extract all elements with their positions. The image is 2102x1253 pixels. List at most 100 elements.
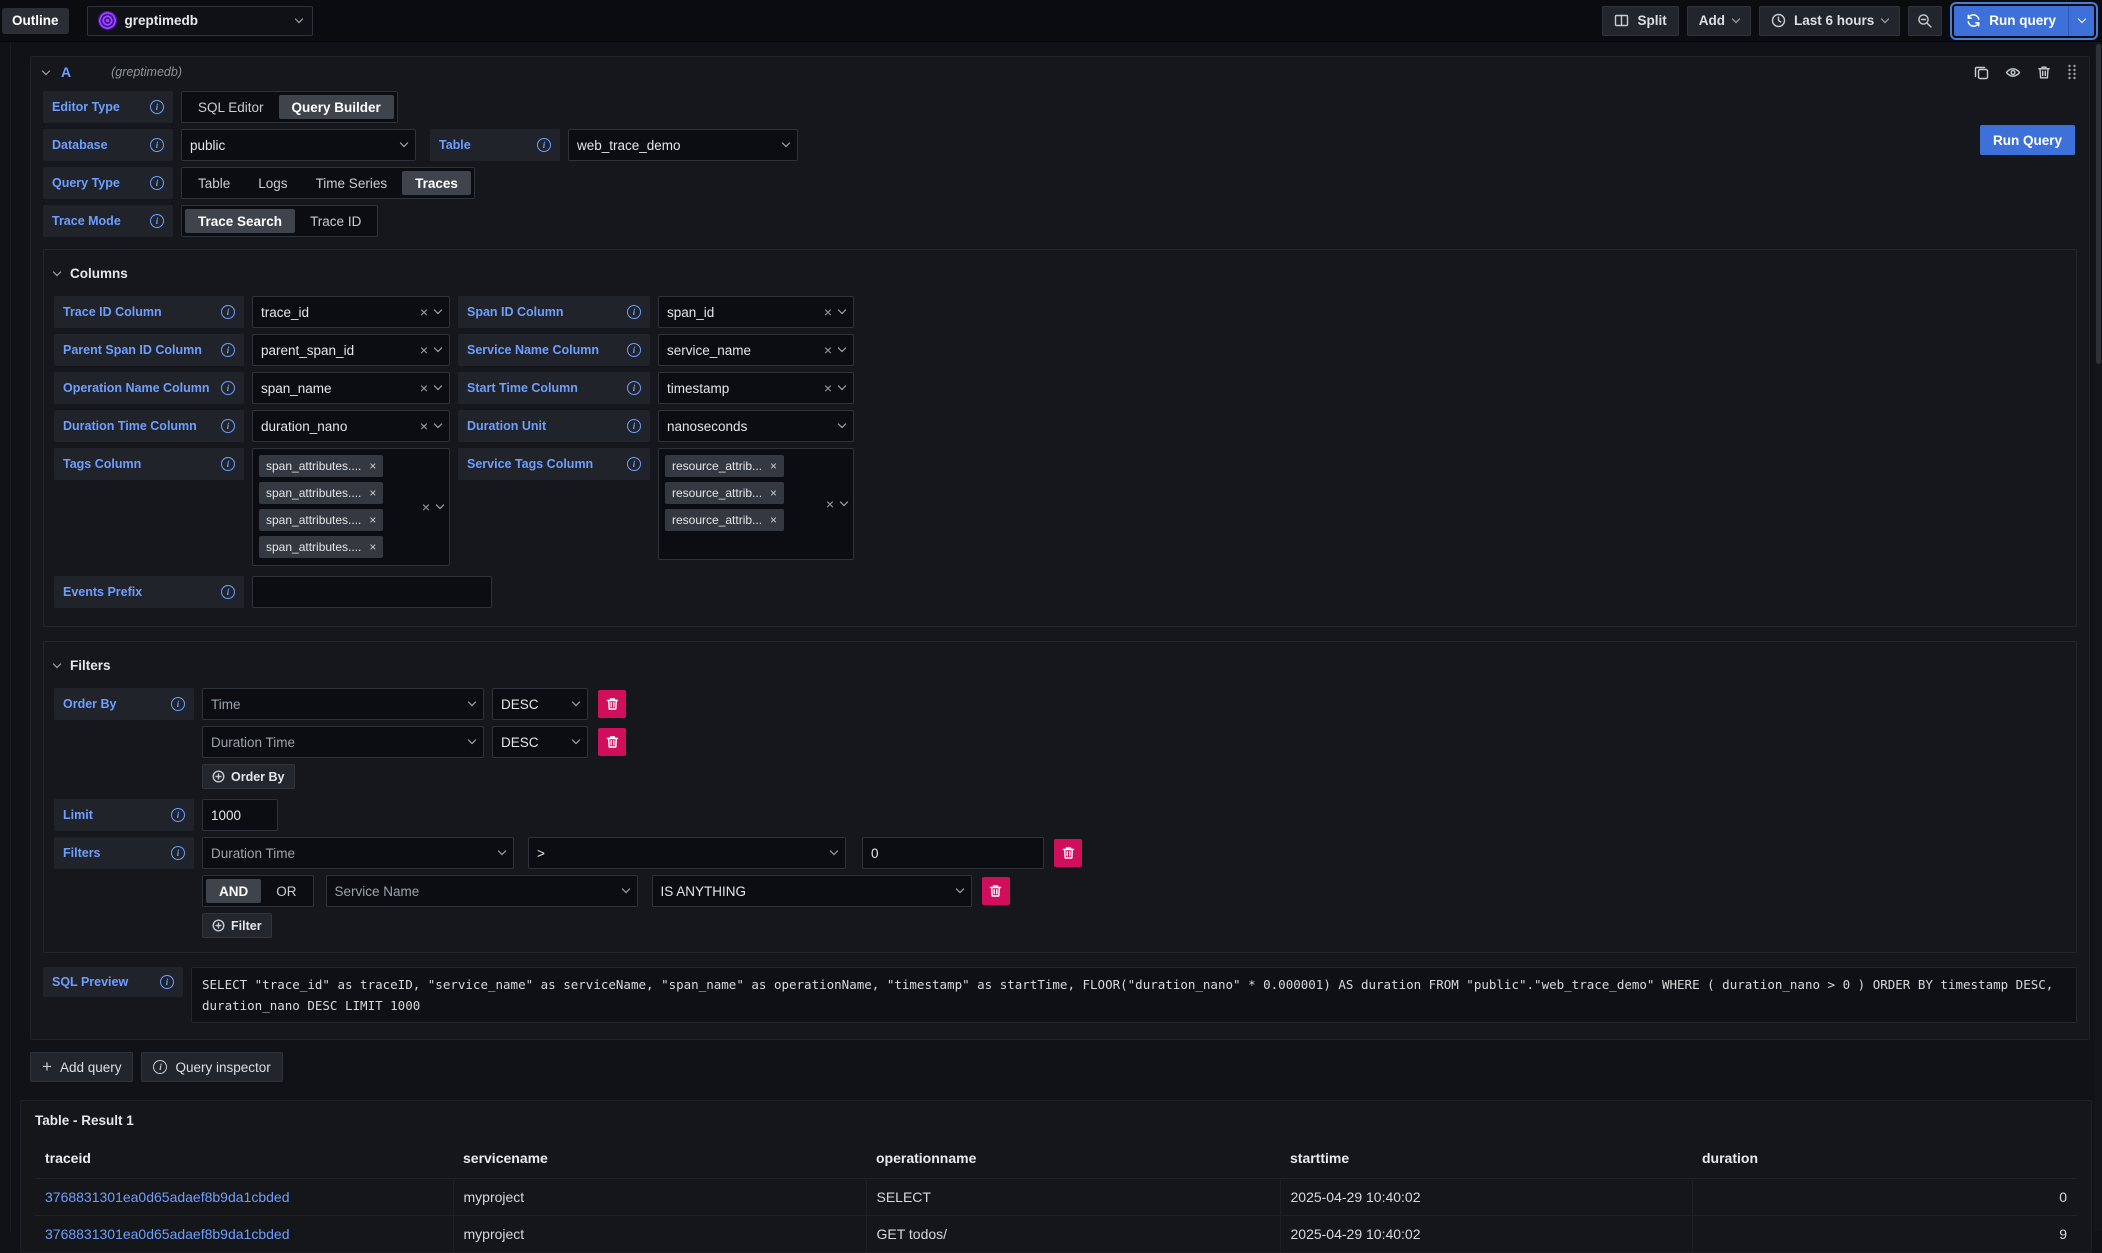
info-icon[interactable]: i <box>150 176 164 190</box>
clear-icon[interactable]: × <box>824 342 832 358</box>
vertical-scrollbar[interactable] <box>2095 42 2102 1231</box>
info-icon[interactable]: i <box>150 100 164 114</box>
add-order-by-button[interactable]: Order By <box>202 764 295 789</box>
query-type-option-traces[interactable]: Traces <box>402 171 471 195</box>
clear-icon[interactable]: × <box>420 304 428 320</box>
operation-name-column-select[interactable]: span_name × <box>252 372 450 404</box>
toggle-visibility-eye-icon[interactable] <box>2005 65 2021 80</box>
filters-section-header[interactable]: Filters <box>54 650 2066 680</box>
add-dropdown-button[interactable]: Add <box>1687 6 1751 36</box>
service-tag-chip[interactable]: resource_attrib...× <box>665 509 784 531</box>
info-icon[interactable]: i <box>171 808 185 822</box>
remove-order-by-button[interactable] <box>598 690 626 718</box>
duplicate-query-icon[interactable] <box>1974 65 1989 80</box>
info-icon[interactable]: i <box>160 975 174 989</box>
outline-button[interactable]: Outline <box>2 8 69 34</box>
trace-mode-option-trace-search[interactable]: Trace Search <box>185 209 295 233</box>
query-type-option-table[interactable]: Table <box>185 171 243 195</box>
trace-id-link[interactable]: 3768831301ea0d65adaef8b9da1cbded <box>45 1226 289 1242</box>
zoom-out-button[interactable] <box>1908 6 1942 36</box>
info-icon[interactable]: i <box>627 457 641 471</box>
events-prefix-input[interactable] <box>252 576 492 608</box>
info-icon[interactable]: i <box>150 138 164 152</box>
remove-chip-icon[interactable]: × <box>770 486 777 500</box>
start-time-column-select[interactable]: timestamp × <box>658 372 854 404</box>
info-icon[interactable]: i <box>627 419 641 433</box>
filter-value-input[interactable]: 0 <box>862 837 1044 869</box>
info-icon[interactable]: i <box>221 419 235 433</box>
order-by-field-select[interactable]: Duration Time <box>202 726 484 758</box>
query-inspector-button[interactable]: i Query inspector <box>141 1052 282 1082</box>
column-header-traceid[interactable]: traceid <box>35 1138 453 1179</box>
remove-chip-icon[interactable]: × <box>369 513 376 527</box>
info-icon[interactable]: i <box>221 381 235 395</box>
info-icon[interactable]: i <box>171 697 185 711</box>
info-icon[interactable]: i <box>221 585 235 599</box>
service-tags-column-multiselect[interactable]: resource_attrib...× resource_attrib...× … <box>658 448 854 560</box>
logic-option-and[interactable]: AND <box>206 879 261 903</box>
remove-chip-icon[interactable]: × <box>369 459 376 473</box>
database-select[interactable]: public <box>181 129 416 161</box>
add-filter-button[interactable]: Filter <box>202 913 272 938</box>
remove-chip-icon[interactable]: × <box>369 540 376 554</box>
trace-id-link[interactable]: 3768831301ea0d65adaef8b9da1cbded <box>45 1189 289 1205</box>
filter-operator-select[interactable]: > <box>528 837 846 869</box>
duration-unit-select[interactable]: nanoseconds <box>658 410 854 442</box>
limit-input[interactable]: 1000 <box>202 799 278 831</box>
info-icon[interactable]: i <box>537 138 551 152</box>
column-header-starttime[interactable]: starttime <box>1280 1138 1692 1179</box>
tag-chip[interactable]: span_attributes....× <box>259 536 383 558</box>
service-tag-chip[interactable]: resource_attrib...× <box>665 455 784 477</box>
remove-chip-icon[interactable]: × <box>369 486 376 500</box>
clear-icon[interactable]: × <box>824 380 832 396</box>
clear-icon[interactable]: × <box>824 304 832 320</box>
service-name-column-select[interactable]: service_name × <box>658 334 854 366</box>
column-header-servicename[interactable]: servicename <box>453 1138 866 1179</box>
info-icon[interactable]: i <box>221 343 235 357</box>
parent-span-id-column-select[interactable]: parent_span_id × <box>252 334 450 366</box>
filter-field-select[interactable]: Duration Time <box>202 837 514 869</box>
info-icon[interactable]: i <box>627 305 641 319</box>
remove-chip-icon[interactable]: × <box>770 513 777 527</box>
clear-icon[interactable]: × <box>422 499 430 515</box>
clear-icon[interactable]: × <box>420 380 428 396</box>
table-select[interactable]: web_trace_demo <box>568 129 798 161</box>
info-icon[interactable]: i <box>627 343 641 357</box>
duration-time-column-select[interactable]: duration_nano × <box>252 410 450 442</box>
editor-run-query-button[interactable]: Run Query <box>1980 125 2075 155</box>
split-button[interactable]: Split <box>1602 6 1678 36</box>
drag-handle-icon[interactable] <box>2067 64 2077 80</box>
add-query-button[interactable]: + Add query <box>30 1052 133 1082</box>
tag-chip[interactable]: span_attributes....× <box>259 455 383 477</box>
filter-operator-select[interactable]: IS ANYTHING <box>652 875 972 907</box>
query-ref-id[interactable]: A <box>61 64 71 80</box>
info-icon[interactable]: i <box>171 846 185 860</box>
clear-icon[interactable]: × <box>826 496 834 512</box>
column-header-operationname[interactable]: operationname <box>866 1138 1280 1179</box>
remove-order-by-button[interactable] <box>598 728 626 756</box>
trace-id-column-select[interactable]: trace_id × <box>252 296 450 328</box>
info-icon[interactable]: i <box>221 305 235 319</box>
order-by-direction-select[interactable]: DESC <box>492 726 588 758</box>
remove-query-trash-icon[interactable] <box>2037 65 2051 80</box>
collapse-query-chevron-icon[interactable] <box>42 67 50 75</box>
tags-column-multiselect[interactable]: span_attributes....× span_attributes....… <box>252 448 450 566</box>
remove-filter-button[interactable] <box>982 877 1010 905</box>
order-by-direction-select[interactable]: DESC <box>492 688 588 720</box>
info-icon[interactable]: i <box>150 214 164 228</box>
editor-type-option-query-builder[interactable]: Query Builder <box>279 95 394 119</box>
tag-chip[interactable]: span_attributes....× <box>259 482 383 504</box>
run-query-button[interactable]: Run query <box>1954 6 2068 36</box>
filter-field-select[interactable]: Service Name <box>326 875 638 907</box>
datasource-picker[interactable]: greptimedb <box>87 6 313 36</box>
query-type-option-time-series[interactable]: Time Series <box>303 171 401 195</box>
span-id-column-select[interactable]: span_id × <box>658 296 854 328</box>
clear-icon[interactable]: × <box>420 342 428 358</box>
remove-filter-button[interactable] <box>1054 839 1082 867</box>
order-by-field-select[interactable]: Time <box>202 688 484 720</box>
remove-chip-icon[interactable]: × <box>770 459 777 473</box>
column-header-duration[interactable]: duration <box>1692 1138 2077 1179</box>
editor-type-option-sql-editor[interactable]: SQL Editor <box>185 95 277 119</box>
time-range-picker[interactable]: Last 6 hours <box>1759 6 1900 36</box>
query-type-option-logs[interactable]: Logs <box>245 171 300 195</box>
